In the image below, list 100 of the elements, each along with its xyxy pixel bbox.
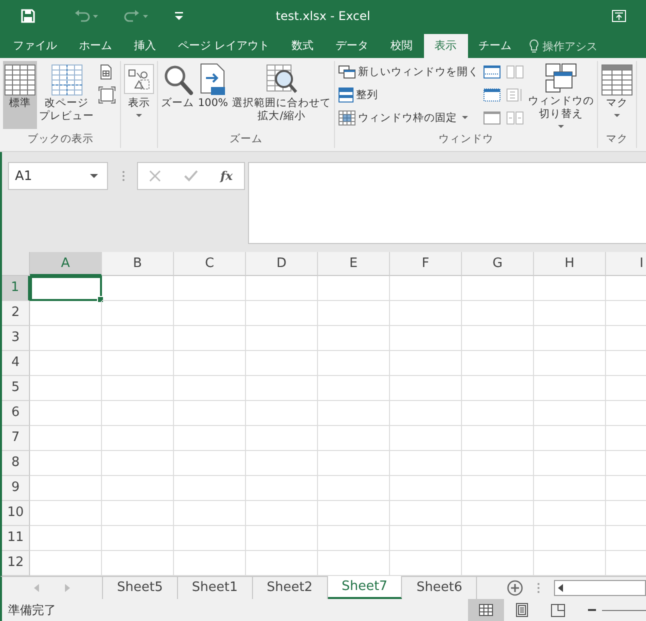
- cell[interactable]: [390, 451, 462, 476]
- cell[interactable]: [462, 501, 534, 526]
- cell[interactable]: [462, 401, 534, 426]
- cell[interactable]: [246, 526, 318, 551]
- cell[interactable]: [534, 476, 606, 501]
- column-header[interactable]: D: [246, 252, 318, 276]
- row-header[interactable]: 3: [2, 326, 30, 351]
- cell[interactable]: [174, 501, 246, 526]
- ribbon-tab[interactable]: 数式: [280, 34, 324, 58]
- cell[interactable]: [318, 276, 390, 301]
- cell[interactable]: [174, 376, 246, 401]
- cell[interactable]: [318, 301, 390, 326]
- cell[interactable]: [102, 376, 174, 401]
- ribbon-button[interactable]: 新しいウィンドウを開く: [337, 61, 480, 82]
- ribbon-tab[interactable]: 校閲: [380, 34, 424, 58]
- cell[interactable]: [174, 401, 246, 426]
- row-header[interactable]: 12: [2, 551, 30, 576]
- cell[interactable]: [246, 301, 318, 326]
- cell[interactable]: [30, 476, 102, 501]
- cell[interactable]: [246, 351, 318, 376]
- cell[interactable]: [318, 501, 390, 526]
- cell[interactable]: [462, 476, 534, 501]
- cell[interactable]: [534, 376, 606, 401]
- active-cell[interactable]: [30, 276, 102, 301]
- cell[interactable]: [174, 476, 246, 501]
- column-header[interactable]: A: [30, 252, 102, 276]
- row-header[interactable]: 9: [2, 476, 30, 501]
- cell[interactable]: [390, 526, 462, 551]
- cell[interactable]: [534, 351, 606, 376]
- cell[interactable]: [462, 326, 534, 351]
- enter-icon[interactable]: [184, 170, 198, 182]
- ribbon-tab[interactable]: ページ レイアウト: [167, 34, 280, 58]
- cell[interactable]: [318, 376, 390, 401]
- cell[interactable]: [246, 376, 318, 401]
- window-icon[interactable]: [483, 86, 501, 102]
- cell[interactable]: [390, 351, 462, 376]
- page-icon[interactable]: [98, 64, 114, 80]
- cell[interactable]: [318, 351, 390, 376]
- page-break-view-icon[interactable]: [551, 604, 565, 616]
- zoom-out-icon[interactable]: [588, 606, 596, 614]
- cell[interactable]: [534, 526, 606, 551]
- cell[interactable]: [390, 401, 462, 426]
- cell[interactable]: [30, 426, 102, 451]
- cell[interactable]: [390, 476, 462, 501]
- cell[interactable]: [246, 476, 318, 501]
- cell[interactable]: [174, 426, 246, 451]
- sheet-tab[interactable]: Sheet7: [328, 576, 402, 599]
- row-header[interactable]: 11: [2, 526, 30, 551]
- cell[interactable]: [246, 276, 318, 301]
- cell[interactable]: [318, 526, 390, 551]
- column-header[interactable]: G: [462, 252, 534, 276]
- column-header[interactable]: E: [318, 252, 390, 276]
- cell[interactable]: [318, 426, 390, 451]
- fill-handle[interactable]: [97, 296, 104, 303]
- formula-field[interactable]: [248, 162, 646, 244]
- column-header[interactable]: H: [534, 252, 606, 276]
- cell[interactable]: [174, 451, 246, 476]
- ribbon-tab[interactable]: チーム: [468, 34, 522, 58]
- ribbon-display-icon[interactable]: [612, 10, 626, 22]
- cell[interactable]: [30, 401, 102, 426]
- row-header[interactable]: 6: [2, 401, 30, 426]
- cell[interactable]: [246, 451, 318, 476]
- cell[interactable]: [246, 326, 318, 351]
- cell[interactable]: [534, 401, 606, 426]
- save-icon[interactable]: [20, 8, 36, 24]
- cell[interactable]: [102, 451, 174, 476]
- row-header[interactable]: 7: [2, 426, 30, 451]
- cell[interactable]: [102, 426, 174, 451]
- ribbon-tab[interactable]: ホーム: [68, 34, 123, 58]
- cell[interactable]: [174, 351, 246, 376]
- cell[interactable]: [246, 401, 318, 426]
- ribbon-tab[interactable]: ファイル: [2, 34, 68, 58]
- row-header[interactable]: 4: [2, 351, 30, 376]
- page-layout-view-icon[interactable]: [516, 603, 528, 617]
- dots-icon[interactable]: [122, 170, 125, 182]
- cell[interactable]: [30, 351, 102, 376]
- ribbon-button[interactable]: ズーム: [160, 61, 195, 129]
- cell[interactable]: [30, 451, 102, 476]
- cell[interactable]: [102, 326, 174, 351]
- horizontal-scrollbar[interactable]: [554, 580, 646, 596]
- ribbon-tab[interactable]: 表示: [424, 34, 468, 58]
- cell[interactable]: [390, 301, 462, 326]
- ribbon-button[interactable]: 表示: [123, 61, 155, 129]
- cell[interactable]: [30, 326, 102, 351]
- cell[interactable]: [462, 376, 534, 401]
- next-sheet-icon[interactable]: [64, 584, 70, 592]
- cell[interactable]: [534, 426, 606, 451]
- cell[interactable]: [390, 276, 462, 301]
- previous-sheet-icon[interactable]: [34, 584, 40, 592]
- cell[interactable]: [246, 501, 318, 526]
- cell[interactable]: [30, 501, 102, 526]
- ribbon-tab[interactable]: データ: [324, 34, 380, 58]
- cell[interactable]: [534, 501, 606, 526]
- column-header[interactable]: C: [174, 252, 246, 276]
- column-header[interactable]: B: [102, 252, 174, 276]
- cell[interactable]: [102, 351, 174, 376]
- cell[interactable]: [102, 301, 174, 326]
- cell[interactable]: [534, 276, 606, 301]
- ribbon-button[interactable]: ウィンドウ枠の固定: [337, 107, 480, 128]
- cell[interactable]: [246, 426, 318, 451]
